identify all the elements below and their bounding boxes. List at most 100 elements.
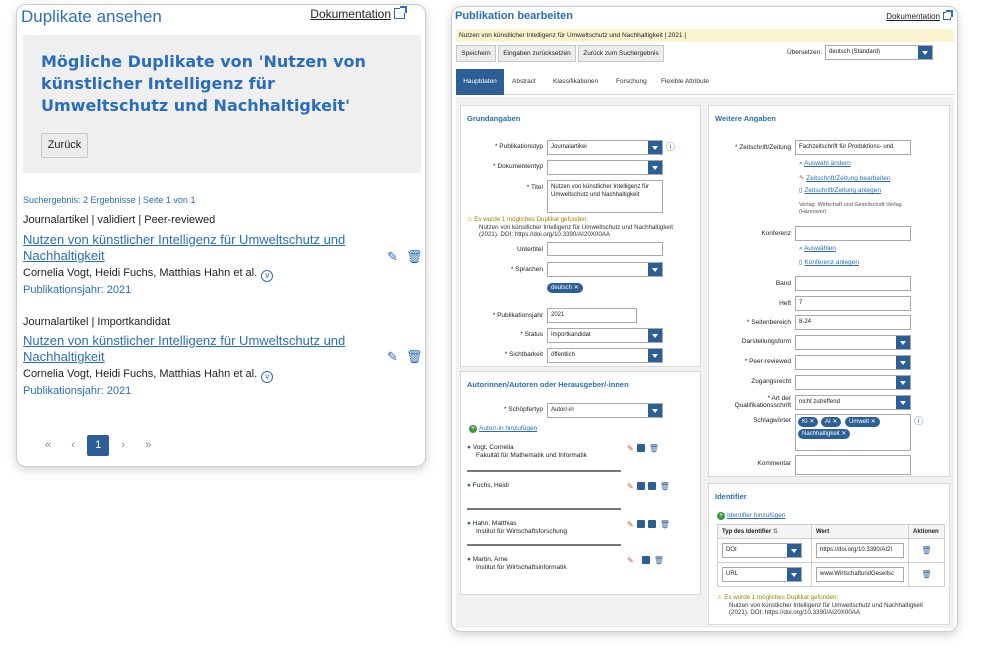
tab-hauptdaten[interactable]: Hauptdaten <box>456 69 504 95</box>
duplicate-link[interactable]: Nutzen von künstlicher Intelligenz für U… <box>717 602 943 617</box>
entry-meta: Journalartikel | Importkandidat <box>23 316 171 328</box>
dokumententyp-select[interactable] <box>547 160 663 175</box>
keyword-chip-label: KI <box>802 419 808 425</box>
kommentar-textarea[interactable] <box>795 455 911 475</box>
publikationstyp-select[interactable]: Journalartikel <box>547 140 663 155</box>
column-header-type[interactable]: Typ des Identifier ⇅ <box>717 524 812 539</box>
plus-icon: + <box>717 512 725 520</box>
trash-icon[interactable]: 🗑 <box>406 349 423 365</box>
auswahl-aendern-link[interactable]: ⌕ Auswahl ändern <box>799 160 851 168</box>
keyword-chip[interactable]: KI ✕ <box>798 417 819 427</box>
tab-forschung[interactable]: Forschung <box>616 69 647 95</box>
save-button[interactable]: Speichern <box>456 45 496 62</box>
expand-icon[interactable]: v <box>261 270 274 282</box>
add-identifier-button[interactable]: + Identifier hinzufügen <box>717 512 786 520</box>
info-icon[interactable]: ⓘ <box>914 414 923 427</box>
documentation-link[interactable]: Dokumentation <box>886 10 953 21</box>
band-input[interactable] <box>795 276 911 291</box>
author-item: ● Fuchs, Heidi <box>467 482 509 490</box>
entry-title-link[interactable]: Nutzen von künstlicher Intelligenz für U… <box>23 232 393 264</box>
current-page[interactable]: 1 <box>87 435 110 456</box>
tab-flexible-attribute[interactable]: Flexible Attribute <box>661 69 709 95</box>
info-icon[interactable]: ⓘ <box>666 140 675 153</box>
tab-abstract[interactable]: Abstract <box>512 69 536 95</box>
weitere-angaben-section: Weitere Angaben * Zeitschrift/Zeitung Fa… <box>708 105 950 477</box>
documentation-link-label: Dokumentation <box>886 12 940 21</box>
documentation-link[interactable]: Dokumentation <box>310 6 407 21</box>
translation-select[interactable]: deutsch (Standard) <box>825 45 933 60</box>
edit-icon[interactable]: ✎ <box>387 349 398 365</box>
back-to-results-button[interactable]: Zurück zum Suchergebnis <box>578 45 664 62</box>
zugangsrecht-select[interactable] <box>795 375 911 390</box>
qualifikationsschrift-value: nicht zutreffend <box>799 399 840 405</box>
heft-input[interactable]: 7 <box>795 296 911 311</box>
identifier-value-input[interactable]: www.WirtschaftundGesellsc <box>816 567 904 582</box>
move-up-icon[interactable] <box>641 556 650 564</box>
next-page-button[interactable]: › <box>112 439 134 451</box>
darstellungsform-select[interactable] <box>795 335 911 350</box>
author-name: Vogt, Cornelia <box>472 444 514 451</box>
tab-klassifikationen[interactable]: Klassifikationen <box>553 69 598 95</box>
konferenz-anlegen-link[interactable]: ▯ Konferenz anlegen <box>799 258 859 266</box>
peer-reviewed-select[interactable] <box>795 355 911 370</box>
close-icon[interactable]: ✕ <box>809 419 814 425</box>
trash-icon[interactable]: 🗑 <box>908 562 945 587</box>
zeitschrift-input[interactable]: Fachzeitschrift für Produktions- und <box>795 140 911 155</box>
titel-textarea[interactable]: Nutzen von künstlicher Intelligenz für U… <box>547 180 663 213</box>
trash-icon[interactable]: 🗑 <box>654 556 664 565</box>
konferenz-input[interactable] <box>795 226 911 241</box>
first-page-button[interactable]: « <box>37 439 59 451</box>
close-icon[interactable]: ✕ <box>574 285 579 291</box>
keyword-chip[interactable]: Umwelt ✕ <box>845 417 880 427</box>
zeitschrift-anlegen-link[interactable]: ▯ Zeitschrift/Zeitung anlegen <box>799 186 881 194</box>
language-chip[interactable]: deutsch ✕ <box>547 283 583 293</box>
identifier-value-input[interactable]: https://doi.org/10.3390/AI2I <box>816 543 904 558</box>
user-icon: ● <box>467 520 471 527</box>
sort-icon: ⇅ <box>772 529 778 535</box>
warning-heading: Es wurde 1 mögliches Duplikat gefunden: <box>474 216 589 223</box>
identifier-type-select[interactable]: DOI <box>722 543 802 558</box>
reset-button[interactable]: Eingaben zurücksetzen <box>498 45 576 62</box>
entry-title-link[interactable]: Nutzen von künstlicher Intelligenz für U… <box>23 333 393 365</box>
konferenz-auswaehlen-link[interactable]: ⌕ Auswählen <box>799 245 836 253</box>
duplicates-header: Mögliche Duplikate von 'Nutzen von künst… <box>23 35 421 173</box>
sichtbarkeit-select[interactable]: öffentlich <box>547 348 663 363</box>
seitenbereich-input[interactable]: 8-24 <box>795 315 911 330</box>
zeitschrift-bearbeiten-link[interactable]: ✎ Zeitschrift/Zeitung bearbeiten <box>799 174 890 182</box>
keyword-chip[interactable]: AI ✕ <box>821 417 842 427</box>
publikationsjahr-input[interactable]: 2021 <box>547 308 637 323</box>
expand-icon[interactable]: v <box>261 371 274 383</box>
edit-icon[interactable]: ✎ <box>627 520 634 529</box>
keyword-chip[interactable]: Nachhaltigkeit ✕ <box>798 429 851 439</box>
move-up-icon[interactable] <box>647 482 656 490</box>
trash-icon[interactable]: 🗑 <box>660 520 670 529</box>
move-down-icon[interactable] <box>636 482 645 490</box>
close-icon[interactable]: ✕ <box>871 419 876 425</box>
add-author-button[interactable]: + Autor/-in hinzufügen <box>469 425 537 433</box>
untertitel-textarea[interactable] <box>547 242 663 256</box>
warning-heading: Es wurde 1 mögliches Duplikat gefunden: <box>724 594 839 601</box>
duplicate-link[interactable]: Nutzen von künstlicher Intelligenz für U… <box>467 224 683 239</box>
edit-icon[interactable]: ✎ <box>627 556 634 565</box>
prev-page-button[interactable]: ‹ <box>62 439 84 451</box>
identifier-type-select[interactable]: URL <box>722 567 802 582</box>
status-select[interactable]: Importkandidat <box>547 328 663 343</box>
close-icon[interactable]: ✕ <box>841 431 846 437</box>
edit-icon[interactable]: ✎ <box>387 249 398 265</box>
qualifikationsschrift-select[interactable]: nicht zutreffend <box>795 395 911 410</box>
sprachen-select[interactable] <box>547 262 663 277</box>
move-up-icon[interactable] <box>647 520 656 528</box>
trash-icon[interactable]: 🗑 <box>660 482 670 491</box>
last-page-button[interactable]: » <box>137 439 159 451</box>
trash-icon[interactable]: 🗑 <box>908 538 945 563</box>
move-down-icon[interactable] <box>636 444 645 452</box>
move-down-icon[interactable] <box>636 520 645 528</box>
back-button[interactable]: Zurück <box>41 133 88 158</box>
close-icon[interactable]: ✕ <box>832 419 837 425</box>
trash-icon[interactable]: 🗑 <box>649 444 659 453</box>
edit-icon[interactable]: ✎ <box>627 444 634 453</box>
trash-icon[interactable]: 🗑 <box>406 249 423 265</box>
edit-icon[interactable]: ✎ <box>627 482 634 491</box>
schoepfertyp-select[interactable]: Autor/-in <box>547 403 663 418</box>
author-item: ● Martin, Arne Institut für Wirtschaftsin… <box>467 556 567 572</box>
